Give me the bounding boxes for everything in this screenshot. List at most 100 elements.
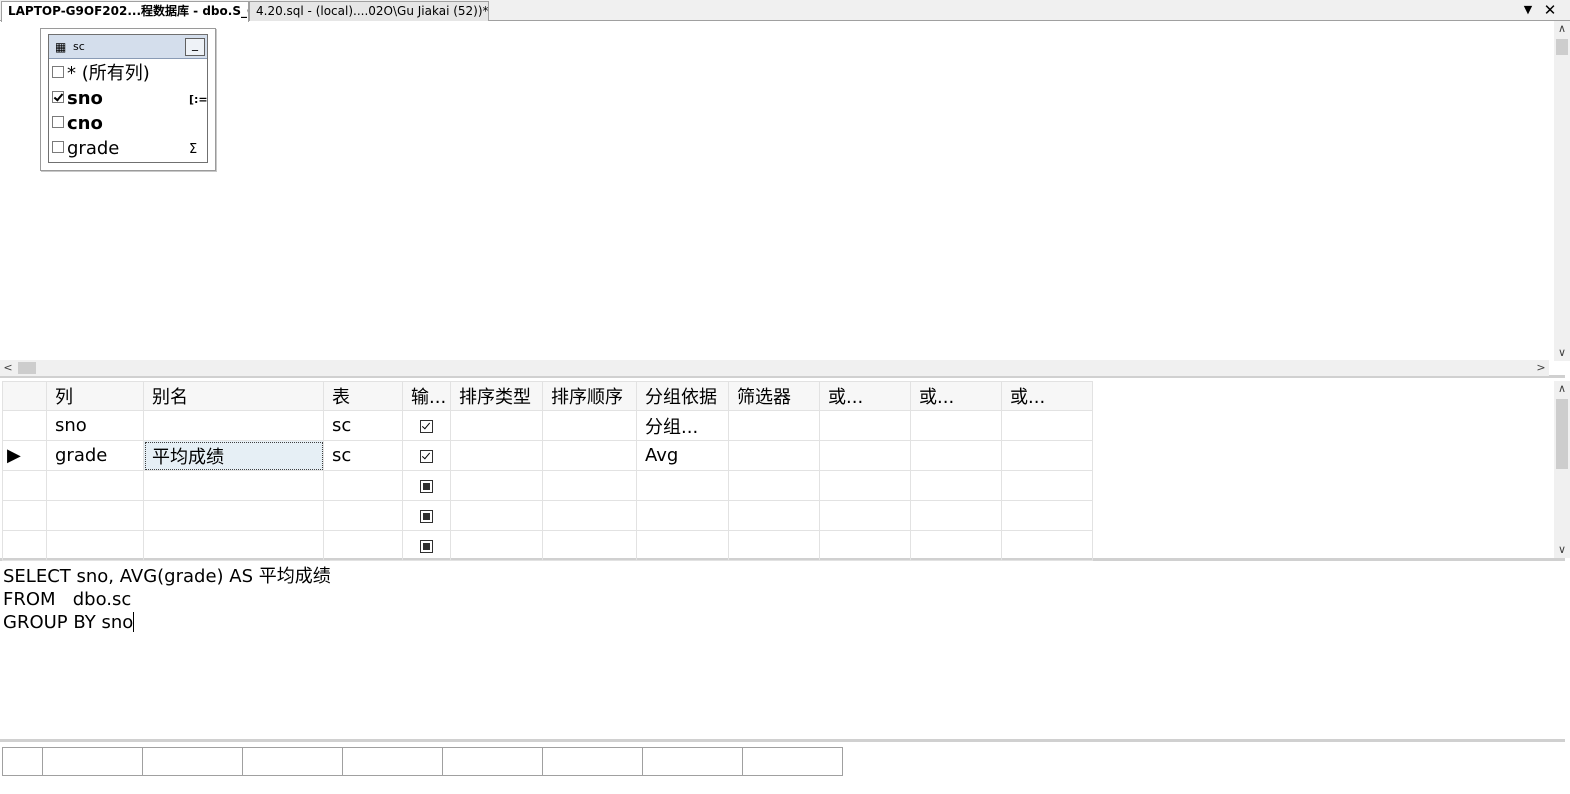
- diagram-vertical-scrollbar[interactable]: ∧ ∨: [1554, 21, 1570, 361]
- scroll-down-icon[interactable]: ∨: [1554, 542, 1570, 558]
- current-row-indicator-icon[interactable]: ▶: [2, 440, 47, 471]
- cell-sort-type[interactable]: [450, 500, 543, 531]
- cell-sort-order[interactable]: [542, 530, 637, 561]
- cell-or[interactable]: [1001, 500, 1093, 531]
- cell-or[interactable]: [1001, 470, 1093, 501]
- header-alias[interactable]: 别名: [143, 381, 324, 411]
- cell-group-by[interactable]: [636, 530, 729, 561]
- cell-output[interactable]: [402, 530, 451, 561]
- header-table[interactable]: 表: [323, 381, 403, 411]
- cell-or[interactable]: [819, 410, 911, 441]
- header-sort-type[interactable]: 排序类型: [450, 381, 543, 411]
- results-cell[interactable]: [542, 747, 643, 776]
- output-checkbox[interactable]: [420, 419, 433, 433]
- header-column[interactable]: 列: [46, 381, 144, 411]
- scroll-thumb[interactable]: [1556, 39, 1568, 55]
- cell-or[interactable]: [819, 470, 911, 501]
- cell-or[interactable]: [1001, 410, 1093, 441]
- column-checkbox[interactable]: [52, 141, 64, 153]
- results-row[interactable]: [2, 747, 843, 776]
- scroll-right-icon[interactable]: >: [1533, 360, 1549, 376]
- tab-query-designer[interactable]: LAPTOP-G9OF202...程数据库 - dbo.S_G: [1, 1, 249, 22]
- cell-table[interactable]: sc: [323, 440, 403, 471]
- results-row-header[interactable]: [2, 747, 43, 776]
- cell-alias[interactable]: 平均成绩: [143, 440, 324, 471]
- cell-or[interactable]: [1001, 530, 1093, 561]
- output-checkbox[interactable]: [420, 449, 433, 463]
- results-cell[interactable]: [442, 747, 543, 776]
- minimize-button[interactable]: _: [185, 38, 205, 56]
- cell-sort-type[interactable]: [450, 410, 543, 441]
- cell-output[interactable]: [402, 410, 451, 441]
- chevron-down-icon[interactable]: ▼: [1518, 0, 1538, 20]
- cell-column[interactable]: [46, 500, 144, 531]
- cell-sort-type[interactable]: [450, 440, 543, 471]
- output-checkbox[interactable]: [420, 479, 433, 493]
- cell-group-by[interactable]: Avg: [636, 440, 729, 471]
- cell-sort-order[interactable]: [542, 410, 637, 441]
- scroll-thumb[interactable]: [1556, 399, 1568, 469]
- output-checkbox[interactable]: [420, 509, 433, 523]
- column-checkbox[interactable]: [52, 91, 64, 103]
- cell-filter[interactable]: [728, 500, 820, 531]
- scroll-up-icon[interactable]: ∧: [1554, 21, 1570, 37]
- sql-line-text[interactable]: GROUP BY sno: [3, 612, 133, 633]
- cell-or[interactable]: [819, 440, 911, 471]
- cell-or[interactable]: [910, 500, 1002, 531]
- sql-editor-pane[interactable]: SELECT sno, AVG(grade) AS 平均成绩 FROM dbo.…: [0, 564, 1565, 742]
- cell-sort-type[interactable]: [450, 470, 543, 501]
- cell-output[interactable]: [402, 440, 451, 471]
- row-selector[interactable]: [2, 500, 47, 531]
- cell-alias[interactable]: [143, 500, 324, 531]
- cell-filter[interactable]: [728, 470, 820, 501]
- cell-group-by[interactable]: [636, 500, 729, 531]
- cell-or[interactable]: [910, 440, 1002, 471]
- sql-line[interactable]: SELECT sno, AVG(grade) AS 平均成绩: [3, 565, 1565, 588]
- sql-line[interactable]: GROUP BY sno: [3, 611, 1565, 634]
- row-selector[interactable]: [2, 530, 47, 561]
- cell-group-by[interactable]: 分组...: [636, 410, 729, 441]
- cell-alias[interactable]: [143, 530, 324, 561]
- row-selector[interactable]: [2, 410, 47, 441]
- cell-filter[interactable]: [728, 440, 820, 471]
- cell-column[interactable]: grade: [46, 440, 144, 471]
- diagram-pane[interactable]: [0, 21, 1565, 378]
- header-or-3[interactable]: 或...: [1001, 381, 1093, 411]
- cell-or[interactable]: [910, 470, 1002, 501]
- table-row[interactable]: sno sc 分组...: [2, 410, 1093, 441]
- header-output[interactable]: 输...: [402, 381, 451, 411]
- cell-column[interactable]: [46, 530, 144, 561]
- scroll-thumb[interactable]: [18, 362, 36, 374]
- diagram-horizontal-scrollbar[interactable]: < >: [0, 360, 1549, 376]
- header-or-2[interactable]: 或...: [910, 381, 1002, 411]
- column-item-all[interactable]: * (所有列): [52, 62, 150, 86]
- sql-line[interactable]: FROM dbo.sc: [3, 588, 1565, 611]
- cell-or[interactable]: [1001, 440, 1093, 471]
- cell-output[interactable]: [402, 500, 451, 531]
- cell-table[interactable]: [323, 530, 403, 561]
- cell-filter[interactable]: [728, 530, 820, 561]
- column-checkbox[interactable]: [52, 116, 64, 128]
- column-item-grade[interactable]: grade: [52, 137, 119, 161]
- header-or-1[interactable]: 或...: [819, 381, 911, 411]
- results-cell[interactable]: [142, 747, 243, 776]
- table-row[interactable]: [2, 530, 1093, 561]
- cell-table[interactable]: [323, 470, 403, 501]
- header-group-by[interactable]: 分组依据: [636, 381, 729, 411]
- results-cell[interactable]: [342, 747, 443, 776]
- scroll-left-icon[interactable]: <: [0, 360, 16, 376]
- table-row[interactable]: ▶ grade 平均成绩 sc Avg: [2, 440, 1093, 471]
- scroll-down-icon[interactable]: ∨: [1554, 345, 1570, 361]
- cell-column[interactable]: sno: [46, 410, 144, 441]
- results-cell[interactable]: [42, 747, 143, 776]
- scroll-up-icon[interactable]: ∧: [1554, 381, 1570, 397]
- table-widget-sc[interactable]: ▦ sc _ * (所有列) sno [:= cno grade Σ: [40, 28, 216, 171]
- cell-alias[interactable]: [143, 470, 324, 501]
- cell-sort-order[interactable]: [542, 500, 637, 531]
- grid-vertical-scrollbar[interactable]: ∧ ∨: [1554, 381, 1570, 558]
- cell-filter[interactable]: [728, 410, 820, 441]
- cell-sort-order[interactable]: [542, 440, 637, 471]
- cell-column[interactable]: [46, 470, 144, 501]
- cell-alias[interactable]: [143, 410, 324, 441]
- header-filter[interactable]: 筛选器: [728, 381, 820, 411]
